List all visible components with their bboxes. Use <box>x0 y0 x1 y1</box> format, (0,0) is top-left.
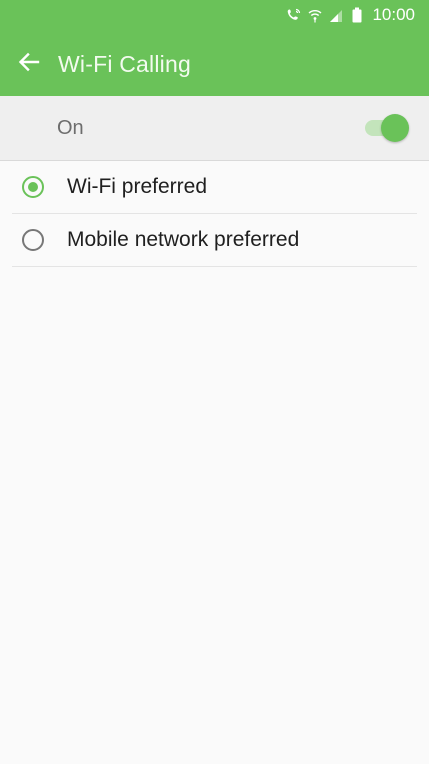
app-bar: Wi-Fi Calling <box>0 36 429 92</box>
option-wifi-preferred[interactable]: Wi-Fi preferred <box>12 161 417 214</box>
option-label: Mobile network preferred <box>67 228 300 251</box>
wifi-calling-icon <box>286 7 302 23</box>
radio-dot <box>28 182 38 192</box>
cellular-signal-icon <box>328 7 344 23</box>
battery-icon <box>349 7 365 23</box>
toggle-thumb <box>381 114 409 142</box>
master-switch-label: On <box>57 116 84 139</box>
option-label: Wi-Fi preferred <box>67 175 208 198</box>
master-switch-row[interactable]: On <box>0 96 429 161</box>
radio-wifi-preferred[interactable] <box>12 176 54 198</box>
back-button[interactable] <box>0 36 58 92</box>
radio-checked-icon <box>22 176 44 198</box>
option-mobile-network-preferred[interactable]: Mobile network preferred <box>12 214 417 267</box>
radio-unchecked-icon <box>22 229 44 251</box>
status-bar: 10:00 <box>286 0 429 30</box>
preference-options: Wi-Fi preferred Mobile network preferred <box>0 161 429 267</box>
status-time: 10:00 <box>372 5 415 24</box>
page-title: Wi-Fi Calling <box>58 50 191 77</box>
radio-mobile-network-preferred[interactable] <box>12 229 54 251</box>
app-header: 10:00 Wi-Fi Calling <box>0 0 429 96</box>
wifi-calling-toggle[interactable] <box>363 113 409 143</box>
wifi-signal-icon <box>307 7 323 23</box>
screen: 10:00 Wi-Fi Calling On Wi-Fi preferred M… <box>0 0 429 764</box>
arrow-left-icon <box>18 51 40 78</box>
